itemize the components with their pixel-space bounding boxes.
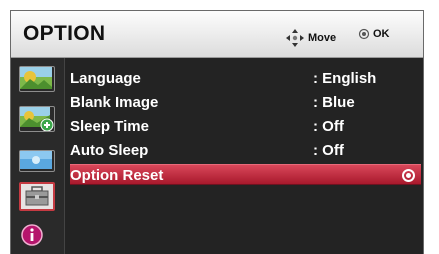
ok-hint-label: OK: [373, 28, 390, 40]
picture-icon[interactable]: [19, 66, 55, 92]
category-sidebar: [11, 58, 65, 254]
menu-item-blank-image[interactable]: Blank Image : Blue: [70, 92, 421, 113]
move-hint-label: Move: [308, 32, 337, 44]
screen-icon[interactable]: [19, 150, 55, 172]
ok-hint: OK: [358, 28, 390, 40]
menu-item-value: : Blue: [313, 94, 355, 111]
menu-item-auto-sleep[interactable]: Auto Sleep : Off: [70, 140, 421, 161]
menu-item-label: Auto Sleep: [70, 142, 149, 159]
info-icon-graphic: [21, 224, 43, 246]
menu-title: OPTION: [23, 22, 106, 45]
picture-add-icon[interactable]: [19, 106, 55, 132]
menu-item-label: Language: [70, 70, 141, 87]
toolbox-icon-graphic: [25, 186, 49, 206]
move-hint: Move: [285, 28, 336, 48]
menu-item-sleep-time[interactable]: Sleep Time : Off: [70, 116, 421, 137]
menu-header: OPTION Move OK: [11, 11, 423, 58]
radio-selected-icon: [402, 169, 415, 182]
option-menu-panel: OPTION Move OK Language: English Blank …: [10, 10, 424, 254]
menu-item-label: Blank Image: [70, 94, 159, 111]
toolbox-icon[interactable]: [19, 182, 55, 211]
dpad-arrows-icon: [286, 29, 304, 47]
screen-icon-graphic: [20, 151, 52, 169]
menu-item-value: : English: [313, 70, 377, 87]
info-icon[interactable]: [19, 222, 55, 248]
menu-item-language[interactable]: Language : English: [70, 68, 421, 89]
menu-item-label: Sleep Time: [70, 118, 149, 135]
menu-item-value: : Off: [313, 118, 344, 135]
picture-add-icon-graphic: [20, 107, 54, 132]
menu-item-label: Option Reset: [70, 167, 164, 184]
picture-icon-graphic: [20, 67, 52, 89]
menu-item-option-reset[interactable]: Option Reset: [70, 164, 421, 185]
menu-item-value: : Off: [313, 142, 344, 159]
ok-button-icon: [358, 28, 370, 40]
